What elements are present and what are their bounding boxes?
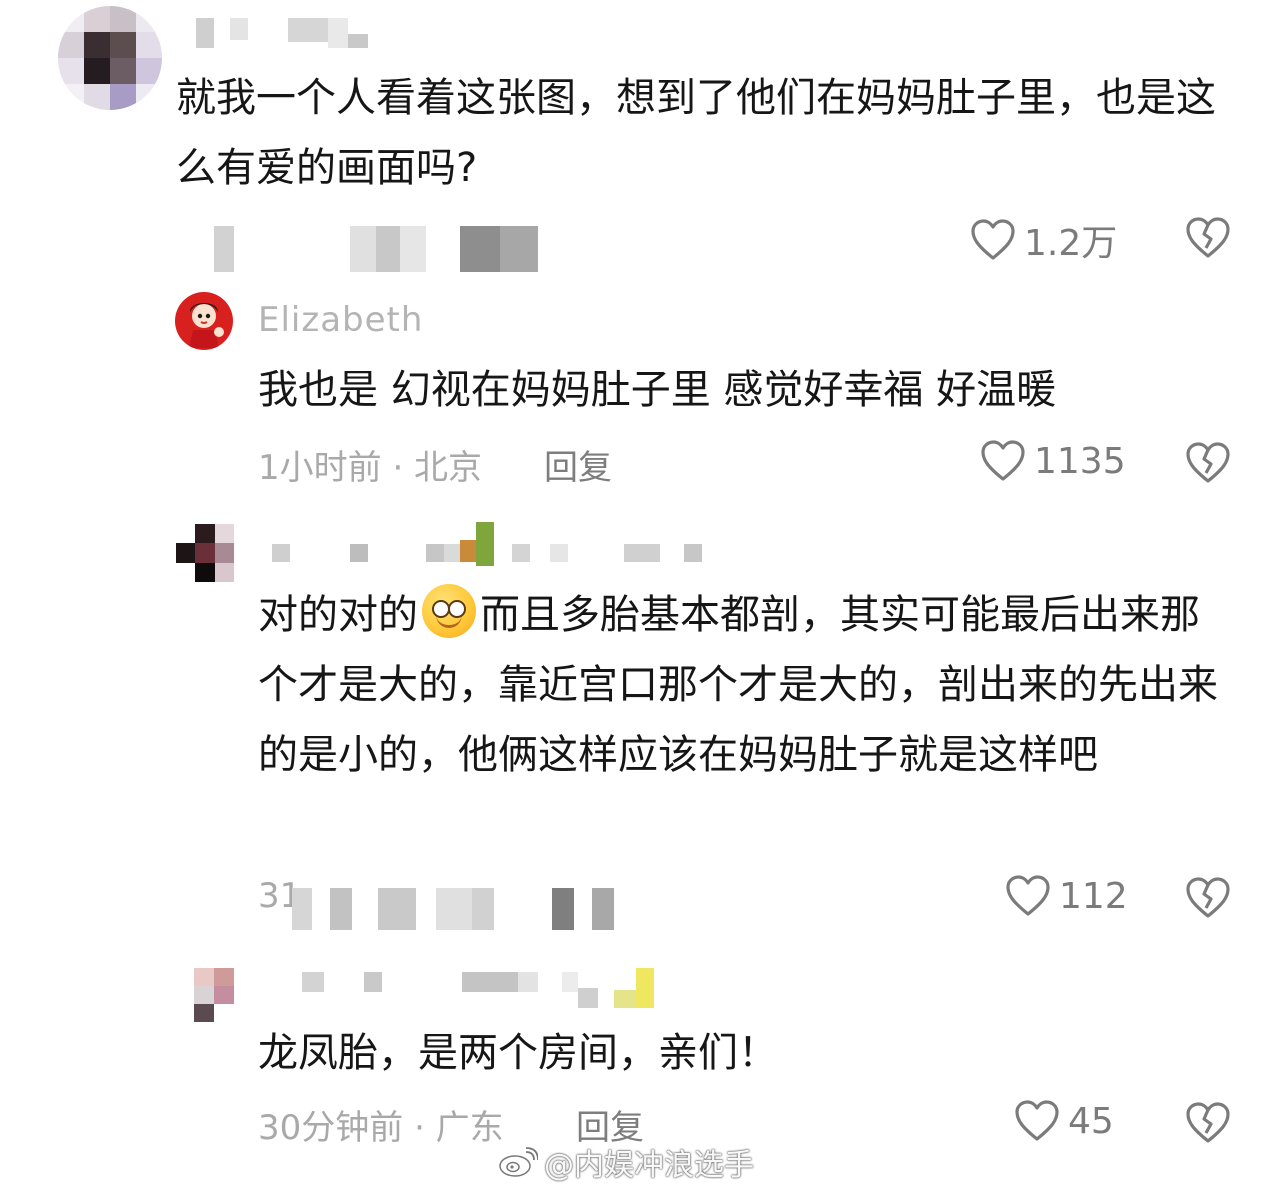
watermark-text: @内娱冲浪选手 <box>544 1148 754 1183</box>
meta-censored <box>214 226 554 272</box>
avatar[interactable] <box>194 968 234 1022</box>
comment-text: 龙凤胎，是两个房间，亲们！ <box>258 1030 778 1076</box>
heart-icon <box>1006 875 1050 916</box>
heart-icon <box>971 219 1015 260</box>
broken-heart-icon[interactable] <box>1185 441 1231 485</box>
avatar[interactable] <box>58 6 162 110</box>
grinning-emoji-icon <box>422 584 476 638</box>
reply-button[interactable]: 回复 <box>544 440 612 489</box>
like-count: 1.2万 <box>1024 223 1118 264</box>
weibo-logo-icon <box>499 1147 538 1177</box>
username[interactable]: Elizabeth <box>258 300 423 340</box>
comment-meta: 1小时前 · 北京 <box>258 448 483 488</box>
username-censored <box>262 968 742 1008</box>
like-count: 112 <box>1059 875 1128 917</box>
avatar[interactable] <box>176 524 234 582</box>
heart-icon <box>981 440 1025 481</box>
username-censored <box>196 18 396 48</box>
comment-text: 就我一个人看着这张图，想到了他们在妈妈肚子里，也是这么有爱的画面吗? <box>176 75 1216 191</box>
comment-meta: 30分钟前 · 广东 <box>258 1108 504 1148</box>
broken-heart-icon[interactable] <box>1185 1101 1231 1145</box>
like-count: 45 <box>1068 1100 1114 1142</box>
avatar[interactable] <box>175 292 233 350</box>
like-button[interactable]: 1135 <box>980 439 1126 483</box>
meta-censored <box>292 888 652 930</box>
broken-heart-icon[interactable] <box>1185 216 1231 260</box>
watermark: @内娱冲浪选手 <box>498 1140 754 1184</box>
username-censored <box>272 522 732 566</box>
like-count: 1135 <box>1034 440 1126 482</box>
comment-text-part: 对的对的 <box>258 592 418 638</box>
comment-text: 我也是 幻视在妈妈肚子里 感觉好幸福 好温暖 <box>258 367 1057 413</box>
broken-heart-icon[interactable] <box>1185 876 1231 920</box>
heart-icon <box>1015 1100 1059 1141</box>
comment-text: 对的对的 而且多胎基本都剖，其实可能最后出来那个才是大的，靠近宫口那个才是大的，剖… <box>258 580 1233 790</box>
like-button[interactable]: 112 <box>1005 874 1128 918</box>
like-button[interactable]: 45 <box>1014 1099 1114 1143</box>
like-button[interactable]: 1.2万 <box>970 214 1117 266</box>
